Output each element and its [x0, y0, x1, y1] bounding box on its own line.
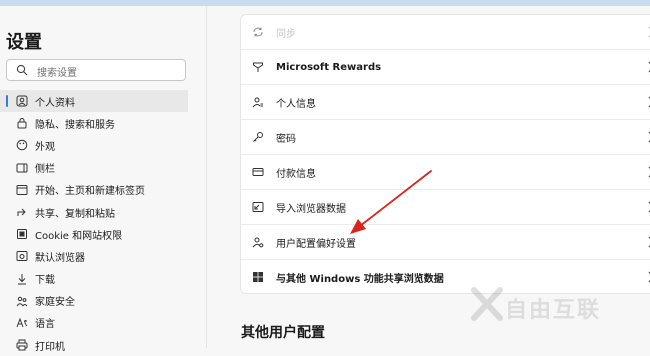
sidebar-item-label: 打印机: [35, 341, 65, 353]
sidebar-item-family[interactable]: 家庭安全: [0, 290, 206, 312]
section-title-other-profiles: 其他用户配置: [241, 325, 325, 341]
row-microsoft-rewards[interactable]: Microsoft Rewards: [241, 50, 650, 85]
sidebar-item-label: 共享、复制和粘贴: [35, 208, 115, 220]
key-icon: [252, 131, 264, 143]
sidebar-item-default-browser[interactable]: 默认浏览器: [0, 245, 206, 267]
row-personal-info[interactable]: 个人信息: [241, 85, 650, 120]
row-label: 密码: [276, 133, 296, 145]
browser-icon: [16, 250, 28, 262]
sidebar-nav: 个人资料 隐私、搜索和服务 外观 侧栏 开始、主页和新建标签页 共享、复制和粘贴…: [0, 90, 206, 356]
row-label: 付款信息: [276, 168, 316, 180]
sidebar-item-label: 外观: [35, 141, 55, 153]
row-sync[interactable]: 同步: [241, 15, 650, 50]
search-icon: [16, 64, 28, 76]
language-icon: [16, 317, 28, 329]
profile-settings-card: 同步 Microsoft Rewards 个人信息 密码 付款信息 导入浏览器数…: [240, 14, 650, 294]
sidebar-item-start-home[interactable]: 开始、主页和新建标签页: [0, 179, 206, 201]
row-label: 同步: [276, 28, 296, 40]
personal-info-icon: [252, 96, 264, 108]
share-icon: [16, 206, 28, 218]
sidebar-item-share[interactable]: 共享、复制和粘贴: [0, 201, 206, 223]
search-input[interactable]: 搜索设置: [6, 59, 186, 81]
sync-icon: [252, 26, 264, 38]
sidebar-item-printers[interactable]: 打印机: [0, 334, 206, 356]
sidebar-item-label: Cookie 和网站权限: [35, 230, 123, 242]
appearance-icon: [16, 139, 28, 151]
watermark: 自由互联: [470, 286, 640, 326]
row-label: 导入浏览器数据: [276, 203, 346, 215]
sidebar-item-label: 默认浏览器: [35, 252, 85, 264]
sidebar-item-sidebar[interactable]: 侧栏: [0, 157, 206, 179]
lock-icon: [16, 117, 28, 129]
sidebar-item-label: 开始、主页和新建标签页: [35, 186, 145, 198]
row-import-browser-data[interactable]: 导入浏览器数据: [241, 190, 650, 225]
row-label: 用户配置偏好设置: [276, 238, 356, 250]
search-placeholder: 搜索设置: [37, 68, 77, 79]
row-label: 个人信息: [276, 98, 316, 110]
sidebar-item-privacy[interactable]: 隐私、搜索和服务: [0, 112, 206, 134]
sidebar-icon: [16, 162, 28, 174]
windows-icon: [252, 271, 264, 283]
sidebar-item-label: 侧栏: [35, 164, 55, 176]
sidebar-item-label: 个人资料: [35, 97, 75, 109]
sidebar-item-label: 下载: [35, 275, 55, 287]
watermark-logo-icon: [471, 287, 503, 321]
sidebar-item-label: 隐私、搜索和服务: [35, 119, 115, 131]
row-passwords[interactable]: 密码: [241, 120, 650, 155]
sidebar-item-downloads[interactable]: 下载: [0, 268, 206, 290]
row-label: 与其他 Windows 功能共享浏览数据: [276, 273, 444, 285]
import-icon: [252, 201, 264, 213]
cookie-icon: [16, 228, 28, 240]
row-profile-preferences[interactable]: 用户配置偏好设置: [241, 225, 650, 260]
sidebar-item-profile[interactable]: 个人资料: [0, 90, 188, 113]
download-icon: [16, 273, 28, 285]
page-title: 设置: [6, 32, 42, 53]
rewards-icon: [252, 61, 264, 73]
family-icon: [16, 295, 28, 307]
card-icon: [252, 166, 264, 178]
sidebar-item-cookies[interactable]: Cookie 和网站权限: [0, 223, 206, 245]
sidebar-item-language[interactable]: 语言: [0, 312, 206, 334]
profile-icon: [16, 95, 28, 107]
sidebar-item-label: 语言: [35, 319, 55, 331]
watermark-text: 自由互联: [505, 298, 602, 323]
settings-sidebar: 设置 搜索设置 个人资料 隐私、搜索和服务 外观 侧栏 开始、主页和新建标签页: [0, 6, 207, 353]
sidebar-item-appearance[interactable]: 外观: [0, 134, 206, 156]
sidebar-item-label: 家庭安全: [35, 297, 75, 309]
printer-icon: [16, 339, 28, 351]
row-label: Microsoft Rewards: [276, 61, 382, 73]
home-icon: [16, 184, 28, 196]
profile-prefs-icon: [252, 236, 264, 248]
row-payment-info[interactable]: 付款信息: [241, 155, 650, 190]
